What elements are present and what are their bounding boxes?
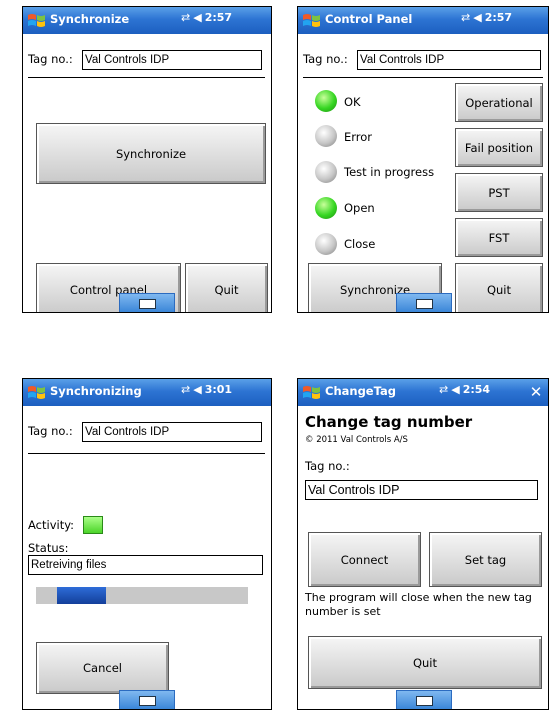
connectivity-icon: ⇄ [181, 11, 191, 24]
tag-field[interactable]: Val Controls IDP [82, 50, 262, 70]
indicator-label-test: Test in progress [344, 165, 435, 179]
status-field: Retreiving files [28, 555, 263, 575]
copyright-text: © 2011 Val Controls A/S [305, 435, 408, 445]
keyboard-icon[interactable] [119, 293, 175, 312]
tag-field[interactable]: Val Controls IDP [357, 50, 541, 70]
quit-button[interactable]: Quit [455, 263, 543, 312]
control-panel-screen: Control Panel ⇄ ◀ 2:57 Tag no.: Val Contro… [297, 6, 549, 313]
title-bar: Synchronize ⇄ ◀ 2:57 [23, 7, 271, 34]
progress-fill [57, 587, 106, 604]
windows-flag-icon[interactable] [27, 11, 46, 30]
change-tag-screen: ChangeTag ⇄ ◀ 2:54 ✕ Change tag number © 2… [297, 378, 549, 710]
status-led-close [315, 233, 337, 255]
quit-button[interactable]: Quit [185, 263, 268, 312]
activity-indicator [83, 516, 103, 534]
tag-field[interactable]: Val Controls IDP [82, 422, 262, 442]
connectivity-icon: ⇄ [439, 383, 449, 396]
keyboard-icon[interactable] [396, 293, 452, 312]
close-icon[interactable]: ✕ [524, 379, 548, 406]
connectivity-icon: ⇄ [461, 11, 471, 24]
speaker-icon: ◀ [451, 383, 460, 396]
window-title: ChangeTag [325, 384, 396, 398]
speaker-icon: ◀ [193, 383, 202, 396]
keyboard-icon[interactable] [396, 690, 452, 709]
fst-button[interactable]: FST [455, 218, 543, 257]
connectivity-icon: ⇄ [181, 383, 191, 396]
operational-button[interactable]: Operational [455, 83, 543, 122]
keyboard-icon[interactable] [119, 690, 175, 709]
indicator-label-open: Open [344, 201, 375, 215]
info-note: The program will close when the new tag … [305, 591, 532, 618]
indicator-label-ok: OK [344, 95, 361, 109]
window-title: Synchronize [50, 12, 130, 26]
tag-field[interactable]: Val Controls IDP [305, 480, 538, 500]
page-heading: Change tag number [305, 413, 473, 431]
pst-button[interactable]: PST [455, 173, 543, 212]
synchronize-button[interactable]: Synchronize [36, 123, 266, 184]
status-led-ok [315, 90, 337, 112]
divider [303, 77, 543, 78]
clock: 2:54 [462, 383, 491, 396]
quit-button[interactable]: Quit [308, 636, 542, 689]
window-title: Control Panel [325, 12, 413, 26]
tag-label: Tag no.: [303, 52, 348, 66]
clock: 2:57 [484, 11, 513, 24]
status-label: Status: [28, 541, 69, 555]
status-area[interactable]: ⇄ ◀ 2:57 [181, 11, 232, 24]
progress-bar [36, 587, 248, 604]
clock: 2:57 [204, 11, 233, 24]
divider [28, 77, 265, 78]
connect-button[interactable]: Connect [308, 532, 421, 587]
status-area[interactable]: ⇄ ◀ 2:54 [439, 383, 490, 396]
title-bar: ChangeTag ⇄ ◀ 2:54 ✕ [298, 379, 548, 406]
status-led-open [315, 197, 337, 219]
activity-label: Activity: [28, 518, 75, 532]
windows-flag-icon[interactable] [27, 383, 46, 402]
indicator-label-close: Close [344, 237, 376, 251]
speaker-icon: ◀ [473, 11, 482, 24]
clock: 3:01 [204, 383, 233, 396]
status-area[interactable]: ⇄ ◀ 2:57 [461, 11, 512, 24]
status-led-error [315, 125, 337, 147]
set-tag-button[interactable]: Set tag [429, 532, 542, 587]
status-led-test [315, 161, 337, 183]
title-bar: Control Panel ⇄ ◀ 2:57 [298, 7, 548, 34]
windows-flag-icon[interactable] [302, 383, 321, 402]
title-bar: Synchronizing ⇄ ◀ 3:01 [23, 379, 271, 406]
window-title: Synchronizing [50, 384, 142, 398]
tag-label: Tag no.: [305, 459, 350, 473]
windows-flag-icon[interactable] [302, 11, 321, 30]
divider [28, 453, 265, 454]
indicator-label-error: Error [344, 130, 373, 144]
synchronize-screen: Synchronize ⇄ ◀ 2:57 Tag no.: Val Controls… [22, 6, 272, 313]
synchronizing-screen: Synchronizing ⇄ ◀ 3:01 Tag no.: Val Contro… [22, 378, 272, 710]
tag-label: Tag no.: [28, 424, 73, 438]
status-area[interactable]: ⇄ ◀ 3:01 [181, 383, 232, 396]
speaker-icon: ◀ [193, 11, 202, 24]
cancel-button[interactable]: Cancel [36, 642, 169, 694]
fail-position-button[interactable]: Fail position [455, 128, 543, 167]
tag-label: Tag no.: [28, 52, 73, 66]
